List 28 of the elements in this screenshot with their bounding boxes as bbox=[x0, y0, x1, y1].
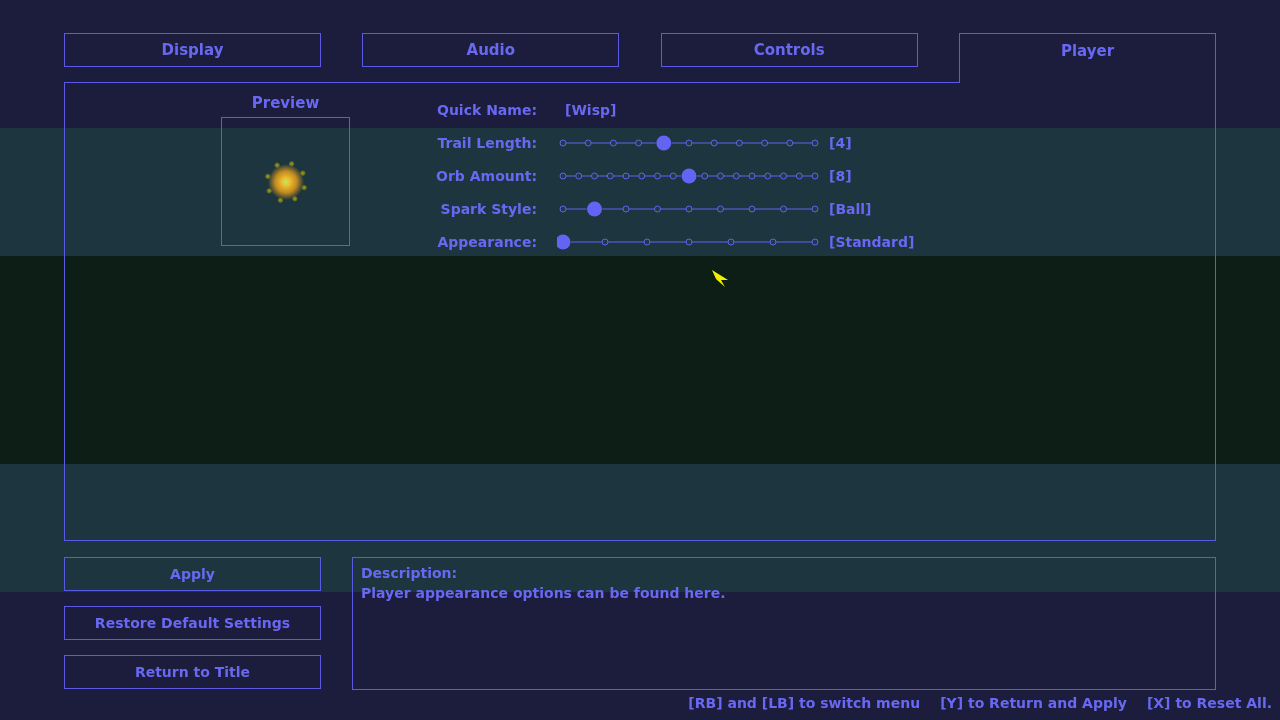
menu-button[interactable]: Apply bbox=[64, 557, 321, 591]
setting-label: Spark Style: bbox=[439, 200, 537, 217]
menu-tab[interactable]: Audio bbox=[362, 33, 620, 67]
preview-label: Preview bbox=[251, 93, 320, 113]
setting-value: [4] bbox=[829, 134, 853, 151]
setting-label: Orb Amount: bbox=[435, 167, 537, 184]
menu-button[interactable]: Return to Title bbox=[64, 655, 321, 689]
setting-value[interactable]: [Wisp] bbox=[557, 101, 915, 118]
menu-tab[interactable]: Controls bbox=[660, 33, 918, 67]
setting-value: [Ball] bbox=[829, 200, 873, 217]
mouse-pointer-icon bbox=[712, 270, 730, 290]
slider-thumb[interactable] bbox=[587, 201, 602, 216]
setting-label: Trail Length: bbox=[436, 134, 537, 151]
slider-thumb[interactable] bbox=[656, 135, 672, 150]
control-hint: [RB] and [LB] to switch menu bbox=[688, 694, 921, 713]
slider-thumb[interactable] bbox=[557, 234, 571, 249]
control-hint: [X] to Reset All. bbox=[1146, 694, 1272, 713]
setting-label: Quick Name: bbox=[436, 101, 537, 118]
menu-tab[interactable]: Player bbox=[959, 33, 1216, 83]
setting-value: [Standard] bbox=[829, 233, 915, 250]
description-text: Player appearance options can be found here. bbox=[361, 584, 727, 603]
menu-button[interactable]: Restore Default Settings bbox=[64, 606, 321, 640]
description-title: Description: bbox=[361, 564, 459, 583]
setting-value: [8] bbox=[829, 167, 853, 184]
menu-tab[interactable]: Display bbox=[64, 33, 321, 67]
setting-label: Appearance: bbox=[436, 233, 537, 250]
control-hint: [Y] to Return and Apply bbox=[940, 694, 1127, 713]
slider-thumb[interactable] bbox=[681, 168, 697, 183]
